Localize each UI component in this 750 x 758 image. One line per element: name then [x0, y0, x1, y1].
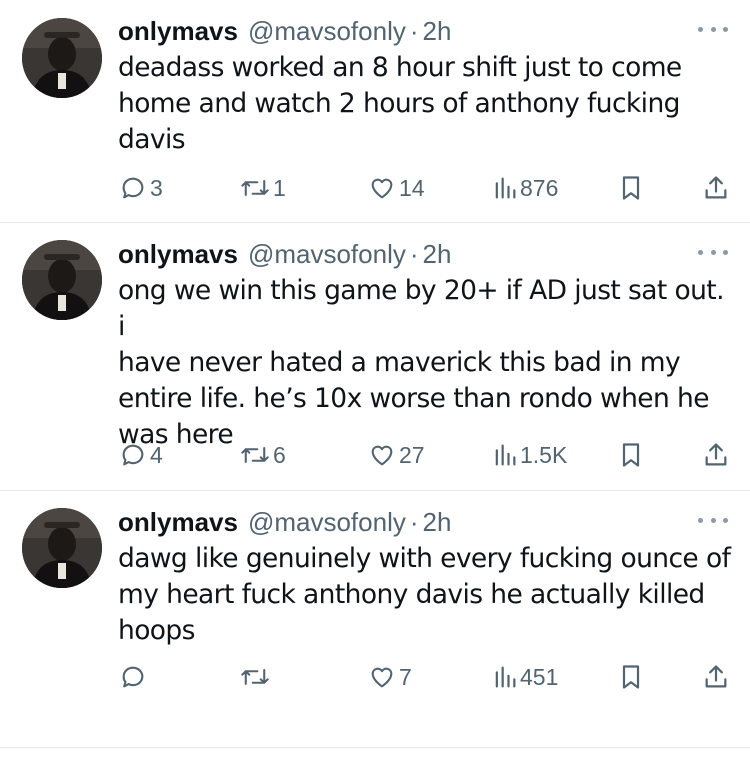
retweet-button[interactable]: 6: [240, 439, 286, 471]
separator: ·: [409, 507, 419, 537]
reply-count: 3: [150, 174, 163, 201]
more-icon[interactable]: [698, 513, 728, 527]
avatar-image: [22, 18, 102, 98]
tweet-header: onlymavs @mavsofonly · 2h: [118, 239, 451, 269]
tweet-text: deadass worked an 8 hour shift just to c…: [118, 52, 682, 155]
heart-icon: [371, 445, 393, 466]
reply-button[interactable]: 4: [119, 439, 163, 471]
view-count: 876: [520, 174, 559, 201]
timestamp[interactable]: 2h: [423, 507, 452, 538]
tweet-header: onlymavs @mavsofonly · 2h: [118, 507, 451, 537]
retweet-count: 6: [273, 441, 286, 468]
tweet-header: onlymavs @mavsofonly · 2h: [118, 16, 451, 46]
tweet-actions: 7 451: [0, 661, 750, 693]
avatar[interactable]: [22, 18, 102, 98]
tweet-text: dawg like genuinely with every fucking o…: [118, 543, 731, 646]
avatar[interactable]: [22, 508, 102, 588]
tweet-actions: 4 6 27 1.5K: [0, 439, 750, 471]
bookmark-button[interactable]: [619, 661, 643, 693]
retweet-icon: [241, 669, 269, 685]
share-button[interactable]: [703, 439, 729, 471]
views-button[interactable]: 451: [493, 661, 558, 693]
bookmark-icon: [622, 176, 640, 200]
reply-button[interactable]: 3: [119, 172, 163, 204]
bookmark-button[interactable]: [619, 172, 643, 204]
tweet-actions: 3 1 14 876: [0, 172, 750, 204]
views-button[interactable]: 876: [493, 172, 558, 204]
avatar[interactable]: [22, 240, 102, 320]
heart-icon: [371, 667, 393, 688]
tweet-feed: onlymavs @mavsofonly · 2h deadass worked…: [0, 0, 750, 748]
more-icon[interactable]: [698, 22, 728, 36]
more-icon[interactable]: [698, 245, 728, 259]
share-button[interactable]: [703, 172, 729, 204]
user-handle[interactable]: @mavsofonly: [248, 239, 406, 270]
user-handle[interactable]: @mavsofonly: [248, 16, 406, 47]
share-icon: [705, 443, 727, 466]
reply-icon: [122, 177, 144, 199]
bookmark-button[interactable]: [619, 439, 643, 471]
display-name[interactable]: onlymavs: [118, 507, 238, 538]
like-button[interactable]: 27: [368, 439, 425, 471]
avatar-image: [22, 240, 102, 320]
tweet-text: ong we win this game by 20+ if AD just s…: [118, 275, 725, 450]
retweet-button[interactable]: 1: [240, 172, 286, 204]
retweet-icon: [241, 447, 269, 463]
bookmark-icon: [622, 665, 640, 689]
retweet-icon: [241, 180, 269, 196]
separator: ·: [409, 239, 419, 269]
tweet[interactable]: onlymavs @mavsofonly · 2h ong we win thi…: [0, 223, 750, 491]
heart-icon: [371, 178, 393, 199]
share-icon: [705, 176, 727, 199]
reply-icon: [122, 444, 144, 466]
retweet-button[interactable]: [240, 661, 273, 693]
view-count: 451: [520, 663, 559, 690]
separator: ·: [409, 16, 419, 46]
share-icon: [705, 665, 727, 688]
view-count: 1.5K: [520, 441, 568, 468]
avatar-image: [22, 508, 102, 588]
tweet[interactable]: onlymavs @mavsofonly · 2h dawg like genu…: [0, 491, 750, 748]
like-count: 14: [399, 174, 425, 201]
user-handle[interactable]: @mavsofonly: [248, 507, 406, 538]
views-icon: [495, 666, 516, 688]
like-count: 27: [399, 441, 425, 468]
retweet-count: 1: [273, 174, 286, 201]
display-name[interactable]: onlymavs: [118, 239, 238, 270]
like-button[interactable]: 7: [368, 661, 412, 693]
reply-button[interactable]: [119, 661, 150, 693]
views-icon: [495, 177, 516, 199]
reply-count: 4: [150, 441, 163, 468]
views-button[interactable]: 1.5K: [493, 439, 567, 471]
timestamp[interactable]: 2h: [423, 16, 452, 47]
share-button[interactable]: [703, 661, 729, 693]
like-button[interactable]: 14: [368, 172, 425, 204]
display-name[interactable]: onlymavs: [118, 16, 238, 47]
views-icon: [495, 444, 516, 466]
bookmark-icon: [622, 443, 640, 467]
reply-icon: [122, 666, 144, 688]
tweet[interactable]: onlymavs @mavsofonly · 2h deadass worked…: [0, 0, 750, 223]
timestamp[interactable]: 2h: [423, 239, 452, 270]
like-count: 7: [399, 663, 412, 690]
